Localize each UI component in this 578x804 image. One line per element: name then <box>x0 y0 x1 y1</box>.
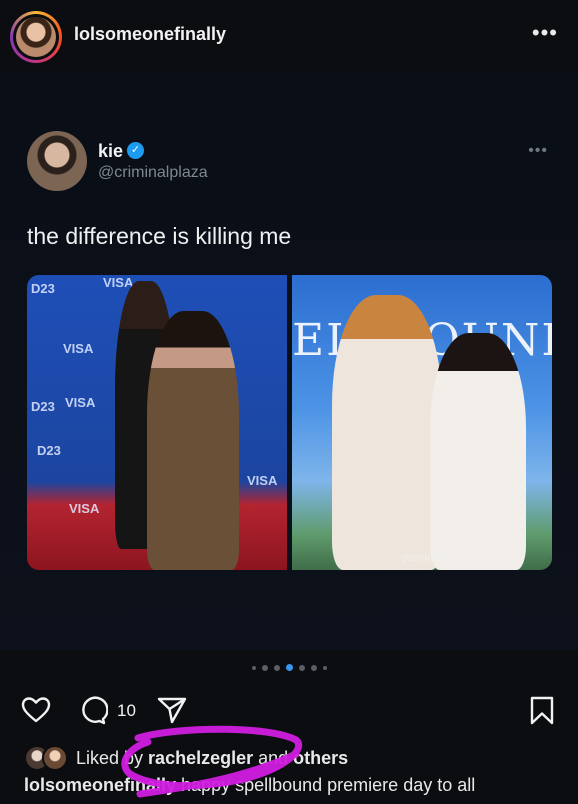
backdrop-text: D23 <box>31 399 55 414</box>
carousel-dot <box>322 665 327 670</box>
post-media[interactable]: kie ✓ @criminalplaza ••• the difference … <box>0 72 578 650</box>
tweet-handle: @criminalplaza <box>98 164 208 181</box>
likes-middle: and <box>253 747 294 768</box>
person-figure <box>430 333 526 570</box>
likes-others-link[interactable]: others <box>293 748 348 768</box>
tweet-avatar <box>27 131 87 191</box>
liked-by-username[interactable]: rachelzegler <box>148 748 253 768</box>
likes-text: Liked by rachelzegler and others <box>76 748 348 769</box>
carousel-dot <box>273 664 280 671</box>
avatar-ring-inner <box>13 14 59 60</box>
tweet-screenshot: kie ✓ @criminalplaza ••• the difference … <box>0 72 578 650</box>
tweet-display-name: kie <box>98 141 124 161</box>
caption-text: happy spellbound premiere day to all <box>176 775 476 795</box>
backdrop-text: VISA <box>63 341 94 356</box>
person-figure <box>332 295 442 570</box>
post-actions: 10 <box>0 690 578 732</box>
carousel-dot-active <box>285 664 293 671</box>
avatar-image <box>16 17 56 57</box>
carousel-dot <box>298 664 305 671</box>
liker-avatar <box>42 745 68 771</box>
person-figure <box>147 311 239 570</box>
backdrop-text: VISA <box>69 501 100 516</box>
likes-summary[interactable]: Liked by rachelzegler and others <box>24 744 348 772</box>
tweet-more-icon: ••• <box>528 142 548 159</box>
bookmark-icon[interactable] <box>526 694 558 726</box>
carousel-dot <box>310 664 317 671</box>
getty-watermark: gettyimages <box>400 552 460 564</box>
carousel-dot <box>261 664 268 671</box>
post-header: lolsomeonefinally ••• <box>0 0 578 72</box>
caption-username[interactable]: lolsomeonefinally <box>24 775 176 795</box>
profile-avatar[interactable] <box>10 11 62 63</box>
carousel-indicator <box>0 664 578 671</box>
backdrop-text: D23 <box>31 281 55 296</box>
heart-icon[interactable] <box>20 694 52 726</box>
backdrop-text: VISA <box>65 395 96 410</box>
carousel-dot <box>251 665 256 670</box>
share-icon[interactable] <box>156 694 188 726</box>
tweet-text: the difference is killing me <box>27 223 292 249</box>
tweet-photo-right: ELLBOUND gettyimages <box>292 275 552 570</box>
comment-icon[interactable] <box>76 694 108 726</box>
backdrop-text: VISA <box>103 275 134 290</box>
more-horizontal-icon[interactable]: ••• <box>532 22 558 44</box>
comment-count: 10 <box>117 701 136 720</box>
post-caption: lolsomeonefinally happy spellbound premi… <box>24 775 475 796</box>
tweet-photo-left: D23 VISA VISA D23 VISA D23 VISA VISA <box>27 275 287 570</box>
post-username[interactable]: lolsomeonefinally <box>74 24 226 45</box>
verified-badge-icon: ✓ <box>127 142 144 159</box>
backdrop-text: VISA <box>247 473 278 488</box>
backdrop-text: D23 <box>37 443 61 458</box>
likes-prefix: Liked by <box>76 747 149 768</box>
